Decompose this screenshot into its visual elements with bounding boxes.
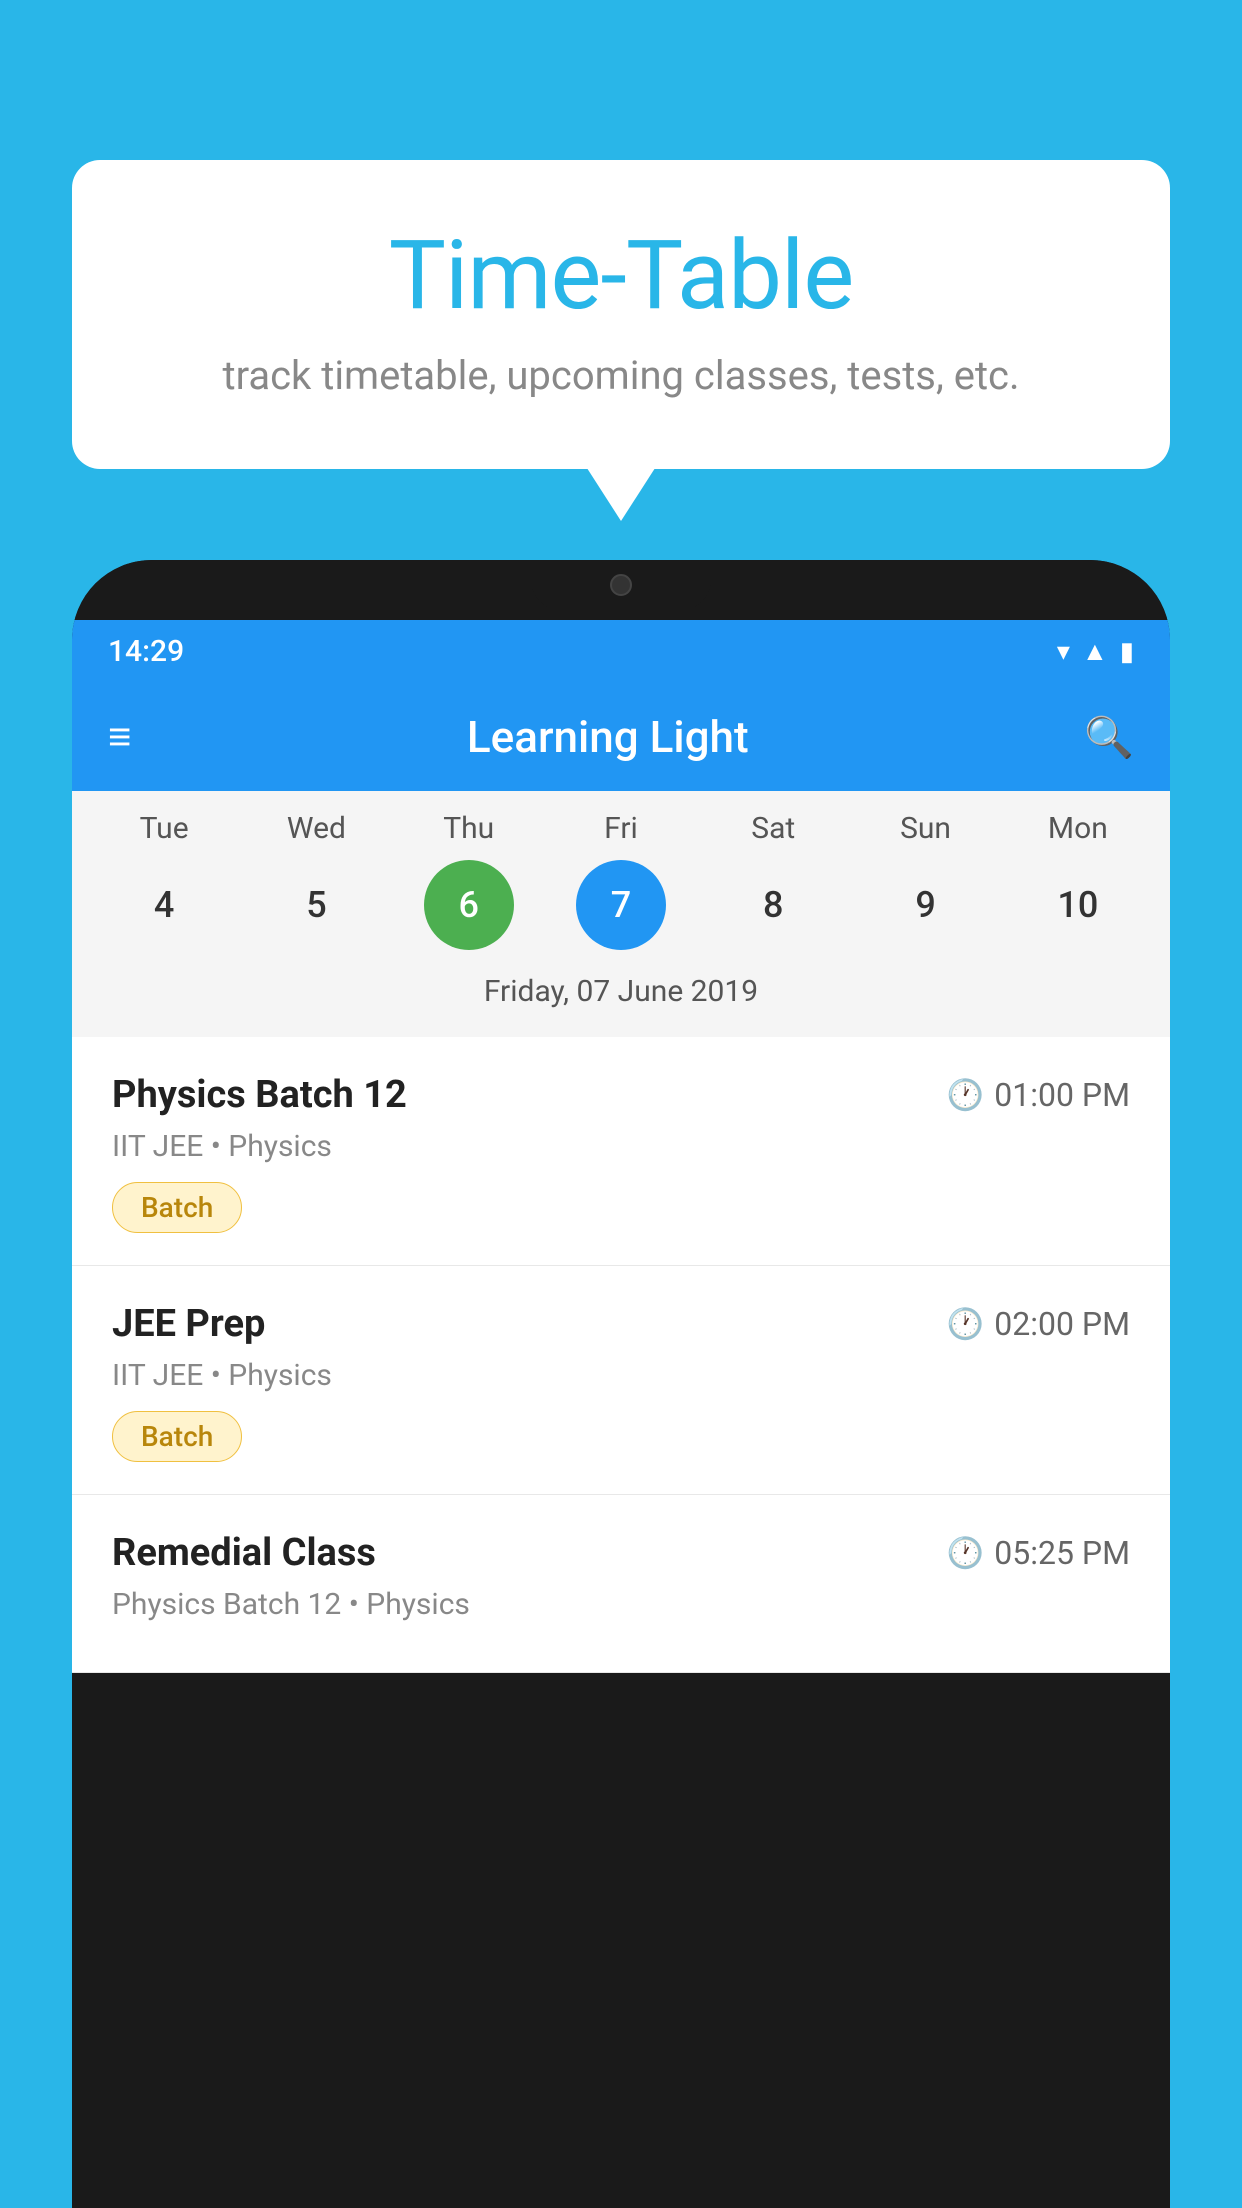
app-header: ≡ Learning Light 🔍: [72, 683, 1170, 791]
class-meta-2: IIT JEE • Physics: [112, 1358, 1130, 1393]
class-item-physics-batch-12[interactable]: Physics Batch 12 🕐 01:00 PM IIT JEE • Ph…: [72, 1037, 1170, 1266]
status-icons: ▾ ▲ ▮: [1057, 636, 1134, 667]
class-list: Physics Batch 12 🕐 01:00 PM IIT JEE • Ph…: [72, 1037, 1170, 1673]
day-thu: Thu: [409, 811, 529, 846]
cal-date-4[interactable]: 4: [119, 860, 209, 950]
phone-mockup: 14:29 ▾ ▲ ▮ ≡ Learning Light 🔍 Tue Wed T…: [72, 560, 1170, 2208]
selected-date-label: Friday, 07 June 2019: [72, 964, 1170, 1027]
class-item-remedial[interactable]: Remedial Class 🕐 05:25 PM Physics Batch …: [72, 1495, 1170, 1673]
day-wed: Wed: [256, 811, 376, 846]
calendar: Tue Wed Thu Fri Sat Sun Mon 4 5 6 7 8 9 …: [72, 791, 1170, 1037]
class-time-value-3: 05:25 PM: [994, 1534, 1130, 1572]
speech-bubble: Time-Table track timetable, upcoming cla…: [72, 160, 1170, 469]
calendar-dates-row: 4 5 6 7 8 9 10: [72, 860, 1170, 950]
clock-icon-3: 🕐: [947, 1536, 984, 1571]
class-item-header-2: JEE Prep 🕐 02:00 PM: [112, 1302, 1130, 1346]
cal-date-5[interactable]: 5: [271, 860, 361, 950]
cal-date-9[interactable]: 9: [881, 860, 971, 950]
day-fri: Fri: [561, 811, 681, 846]
phone-notch: [531, 560, 711, 610]
batch-badge-2: Batch: [112, 1411, 242, 1462]
day-sat: Sat: [713, 811, 833, 846]
class-time-1: 🕐 01:00 PM: [947, 1076, 1130, 1114]
class-time-value-2: 02:00 PM: [994, 1305, 1130, 1343]
header-title: Learning Light: [467, 711, 749, 763]
cal-date-6-today[interactable]: 6: [424, 860, 514, 950]
day-mon: Mon: [1018, 811, 1138, 846]
app-subtitle: track timetable, upcoming classes, tests…: [152, 352, 1090, 399]
cal-date-10[interactable]: 10: [1033, 860, 1123, 950]
class-meta-1: IIT JEE • Physics: [112, 1129, 1130, 1164]
battery-icon: ▮: [1120, 637, 1134, 667]
class-time-value-1: 01:00 PM: [994, 1076, 1130, 1114]
signal-icon: ▲: [1082, 636, 1108, 667]
menu-icon[interactable]: ≡: [108, 717, 131, 757]
search-icon[interactable]: 🔍: [1084, 714, 1134, 761]
class-time-2: 🕐 02:00 PM: [947, 1305, 1130, 1343]
wifi-icon: ▾: [1057, 637, 1070, 667]
app-title: Time-Table: [152, 220, 1090, 332]
clock-icon-1: 🕐: [947, 1078, 984, 1113]
class-item-header-1: Physics Batch 12 🕐 01:00 PM: [112, 1073, 1130, 1117]
cal-date-7-selected[interactable]: 7: [576, 860, 666, 950]
status-time: 14:29: [108, 634, 184, 669]
clock-icon-2: 🕐: [947, 1307, 984, 1342]
day-sun: Sun: [866, 811, 986, 846]
class-item-header-3: Remedial Class 🕐 05:25 PM: [112, 1531, 1130, 1575]
class-name-1: Physics Batch 12: [112, 1073, 407, 1117]
day-tue: Tue: [104, 811, 224, 846]
phone-notch-bar: [72, 560, 1170, 620]
phone-camera: [610, 574, 632, 596]
class-time-3: 🕐 05:25 PM: [947, 1534, 1130, 1572]
class-name-3: Remedial Class: [112, 1531, 376, 1575]
class-item-jee-prep[interactable]: JEE Prep 🕐 02:00 PM IIT JEE • Physics Ba…: [72, 1266, 1170, 1495]
class-meta-3: Physics Batch 12 • Physics: [112, 1587, 1130, 1622]
status-bar: 14:29 ▾ ▲ ▮: [72, 620, 1170, 683]
calendar-days-row: Tue Wed Thu Fri Sat Sun Mon: [72, 811, 1170, 846]
cal-date-8[interactable]: 8: [728, 860, 818, 950]
batch-badge-1: Batch: [112, 1182, 242, 1233]
class-name-2: JEE Prep: [112, 1302, 265, 1346]
